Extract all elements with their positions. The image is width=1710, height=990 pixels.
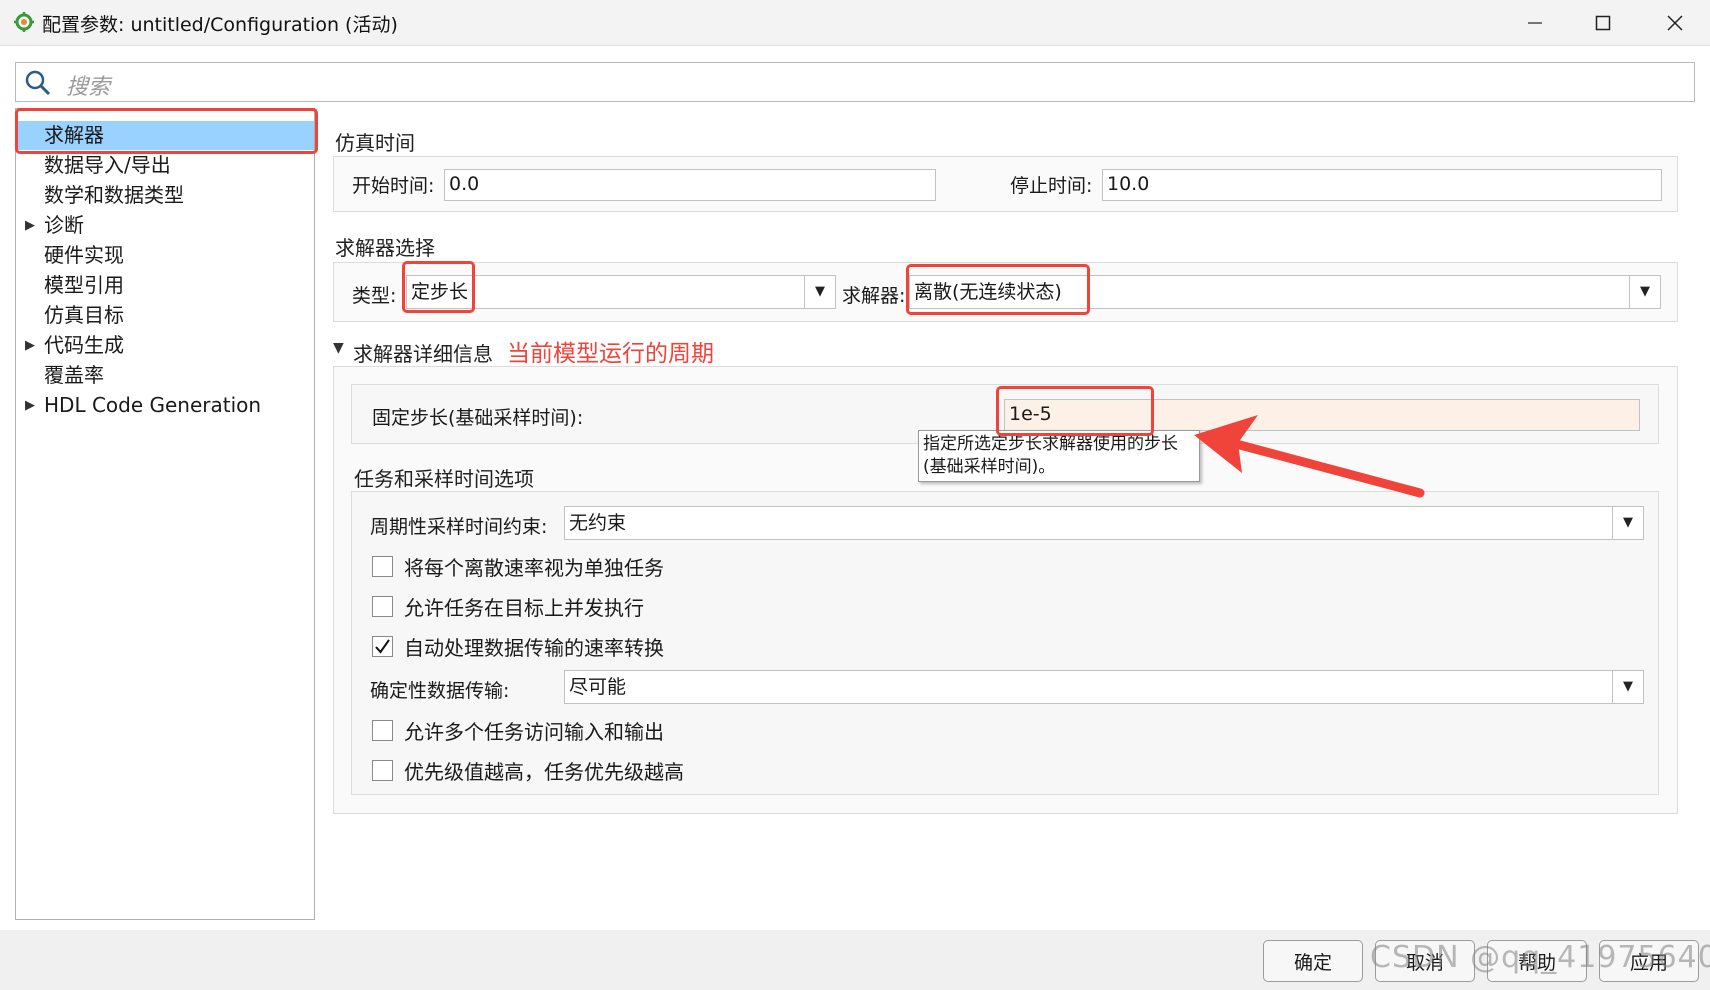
expand-caret-icon[interactable]: ▶ [25,391,35,420]
watermark: CSDN @qq_41975640 [1370,940,1710,975]
annotation-box-fixed-step [996,386,1154,436]
tree-item-label: 模型引用 [44,273,124,297]
checkbox-priority-order[interactable] [372,760,393,781]
tree-item-hardware[interactable]: 硬件实现 [16,241,314,270]
checkbox-multi-task-io[interactable] [372,720,393,741]
chevron-down-icon[interactable]: ▼ [1629,276,1660,308]
sim-time-group: 开始时间: 0.0 停止时间: 10.0 [333,156,1678,212]
tree-item-code-generation[interactable]: ▶ 代码生成 [16,331,314,360]
stop-time-label: 停止时间: [1010,175,1093,197]
minimize-icon [1528,22,1542,24]
annotation-box-solver-value [906,264,1090,315]
tree-item-label: HDL Code Generation [44,393,262,417]
tree-item-math-data-types[interactable]: 数学和数据类型 [16,181,314,210]
tree-item-label: 硬件实现 [44,243,124,267]
checkbox-separate-tasks-label: 将每个离散速率视为单独任务 [404,556,664,580]
tree-item-label: 覆盖率 [44,363,104,387]
expand-caret-icon[interactable]: ▶ [25,211,35,240]
solver-label: 求解器: [842,285,906,307]
annotation-box-solver [15,108,318,154]
collapse-caret-icon[interactable]: ▼ [333,340,344,356]
tree-item-label: 数据导入/导出 [44,153,171,177]
start-time-field[interactable]: 0.0 [444,169,936,201]
tree-item-diagnostics[interactable]: ▶ 诊断 [16,211,314,240]
checkbox-rate-transition[interactable] [372,636,393,657]
checkmark-icon [375,639,390,654]
periodic-constraint-label: 周期性采样时间约束: [370,516,548,538]
tree-item-sim-target[interactable]: 仿真目标 [16,301,314,330]
simulink-gear-icon [14,12,34,32]
checkbox-multi-task-io-label: 允许多个任务访问输入和输出 [404,720,664,744]
tree-item-model-referencing[interactable]: 模型引用 [16,271,314,300]
chevron-down-icon[interactable]: ▼ [1612,671,1643,703]
deterministic-transfer-value: 尽可能 [569,676,627,698]
ok-button[interactable]: 确定 [1263,940,1363,982]
tree-item-coverage[interactable]: 覆盖率 [16,361,314,390]
fixed-step-label: 固定步长(基础采样时间): [372,407,584,429]
tasks-title: 任务和采样时间选项 [354,467,534,491]
deterministic-transfer-label: 确定性数据传输: [370,680,510,702]
solver-type-label: 类型: [352,285,397,307]
category-tree: 求解器 数据导入/导出 数学和数据类型 ▶ 诊断 硬件实现 模型引用 仿真目标 … [15,108,315,920]
expand-caret-icon[interactable]: ▶ [25,331,35,360]
tree-item-label: 数学和数据类型 [44,183,184,207]
chevron-down-icon[interactable]: ▼ [804,276,835,308]
tree-item-label: 仿真目标 [44,303,124,327]
annotation-text: 当前模型运行的周期 [507,341,714,367]
checkbox-rate-transition-label: 自动处理数据传输的速率转换 [404,636,664,660]
search-placeholder: 搜索 [66,75,111,100]
periodic-constraint-value: 无约束 [569,512,627,534]
search-icon [25,70,51,96]
tree-item-label: 代码生成 [44,333,124,357]
deterministic-transfer-select[interactable]: 尽可能 ▼ [564,670,1644,704]
tree-item-hdl-code-generation[interactable]: ▶ HDL Code Generation [16,391,314,420]
search-input[interactable]: 搜索 [15,62,1695,102]
sim-time-title: 仿真时间 [335,131,415,155]
start-time-label: 开始时间: [352,175,435,197]
annotation-arrow [1194,415,1425,498]
minimize-button[interactable] [1500,0,1570,46]
tree-item-label: 诊断 [44,213,84,237]
checkbox-concurrent-tasks-label: 允许任务在目标上并发执行 [404,596,644,620]
tooltip-line-1: 指定所选定步长求解器使用的步长 [923,434,1178,454]
solver-select-title: 求解器选择 [335,236,435,260]
periodic-constraint-select[interactable]: 无约束 ▼ [564,506,1644,540]
window-title: 配置参数: untitled/Configuration (活动) [42,14,398,36]
checkbox-separate-tasks[interactable] [372,556,393,577]
solver-details-title: 求解器详细信息 [353,342,493,366]
title-bar: 配置参数: untitled/Configuration (活动) [0,0,1710,46]
tooltip-line-2: (基础采样时间)。 [923,457,1056,477]
fixed-step-tooltip: 指定所选定步长求解器使用的步长 (基础采样时间)。 [918,430,1200,482]
tree-item-data-import-export[interactable]: 数据导入/导出 [16,151,314,180]
checkbox-concurrent-tasks[interactable] [372,596,393,617]
close-button[interactable] [1640,0,1710,46]
stop-time-field[interactable]: 10.0 [1102,169,1662,201]
maximize-button[interactable] [1568,0,1638,46]
chevron-down-icon[interactable]: ▼ [1612,507,1643,539]
checkbox-priority-order-label: 优先级值越高，任务优先级越高 [404,760,684,784]
close-icon [1667,15,1683,31]
annotation-box-type [402,261,475,313]
tasks-group: 周期性采样时间约束: 无约束 ▼ 将每个离散速率视为单独任务 允许任务在目标上并… [351,491,1659,795]
maximize-icon [1595,15,1611,31]
